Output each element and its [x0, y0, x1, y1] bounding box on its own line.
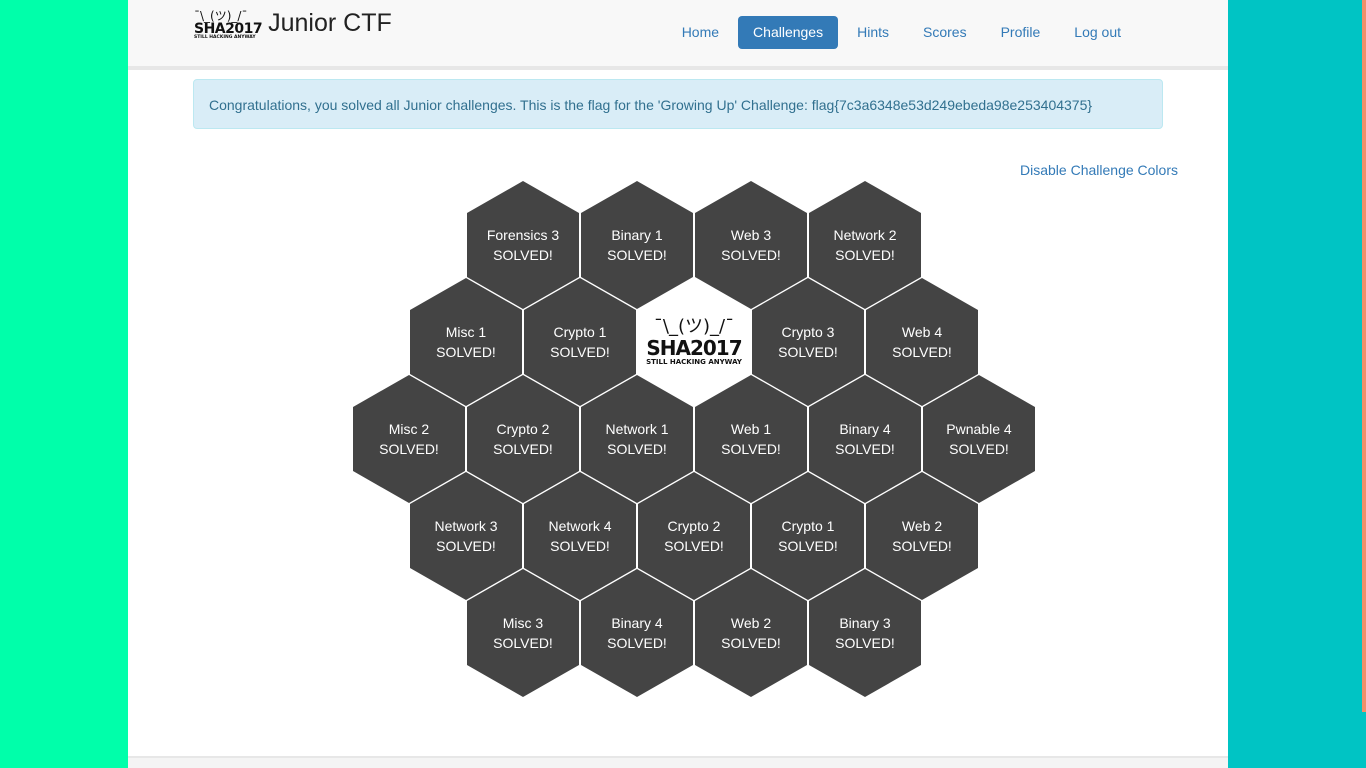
challenge-name: Crypto 1 — [553, 324, 607, 340]
challenge-name: Crypto 1 — [781, 518, 835, 534]
disable-challenge-colors-link[interactable]: Disable Challenge Colors — [1020, 162, 1178, 178]
challenge-status: SOLVED! — [436, 538, 496, 554]
main-nav: Home Challenges Hints Scores Profile Log… — [663, 16, 1136, 49]
challenge-status: SOLVED! — [607, 635, 667, 651]
challenge-name: Pwnable 4 — [946, 421, 1012, 437]
challenge-name: Crypto 3 — [781, 324, 835, 340]
flag-alert-message: Congratulations, you solved all Junior c… — [209, 97, 1093, 113]
center-logo-shrug: ¯\_(ツ)_/¯ — [653, 316, 735, 337]
sha2017-logo: ¯\_(ツ)_/¯ SHA2017 STILL HACKING ANYWAY — [194, 10, 263, 41]
challenge-name: Binary 4 — [839, 421, 891, 437]
nav-home[interactable]: Home — [667, 16, 734, 49]
challenge-status: SOLVED! — [835, 247, 895, 263]
challenge-name: Misc 3 — [502, 615, 544, 631]
challenge-name: Binary 4 — [611, 615, 663, 631]
challenge-status: SOLVED! — [721, 635, 781, 651]
challenge-name: Web 1 — [730, 421, 772, 437]
challenge-name: Web 4 — [901, 324, 943, 340]
challenge-status: SOLVED! — [949, 441, 1009, 457]
sha2017-center-logo: ¯\_(ツ)_/¯ SHA2017 STILL HACKING ANYWAY — [646, 316, 743, 366]
challenge-name: Network 2 — [833, 227, 897, 243]
challenge-status: SOLVED! — [550, 344, 610, 360]
challenge-name: Web 2 — [730, 615, 772, 631]
challenge-status: SOLVED! — [892, 344, 952, 360]
challenge-status: SOLVED! — [550, 538, 610, 554]
challenge-name: Misc 1 — [445, 324, 487, 340]
challenge-status: SOLVED! — [778, 538, 838, 554]
challenge-status: SOLVED! — [721, 247, 781, 263]
challenge-status: SOLVED! — [493, 247, 553, 263]
navbar: ¯\_(ツ)_/¯ SHA2017 STILL HACKING ANYWAY J… — [128, 0, 1228, 70]
challenge-name: Binary 1 — [611, 227, 663, 243]
logo-text: SHA2017 — [194, 21, 263, 37]
challenge-name: Web 2 — [901, 518, 943, 534]
challenge-status: SOLVED! — [493, 441, 553, 457]
logo-subtext: STILL HACKING ANYWAY — [194, 35, 256, 40]
nav-hints[interactable]: Hints — [842, 16, 904, 49]
challenge-name: Network 4 — [548, 518, 612, 534]
challenge-name: Crypto 2 — [667, 518, 721, 534]
challenge-name: Misc 2 — [388, 421, 430, 437]
nav-challenges[interactable]: Challenges — [738, 16, 839, 49]
brand[interactable]: ¯\_(ツ)_/¯ SHA2017 STILL HACKING ANYWAY J… — [194, 8, 392, 41]
challenge-status: SOLVED! — [379, 441, 439, 457]
challenge-name: Network 1 — [605, 421, 669, 437]
challenge-status: SOLVED! — [721, 441, 781, 457]
challenge-status: SOLVED! — [664, 538, 724, 554]
challenge-status: SOLVED! — [778, 344, 838, 360]
challenge-name: Binary 3 — [839, 615, 891, 631]
nav-logout[interactable]: Log out — [1059, 16, 1136, 49]
challenge-status: SOLVED! — [892, 538, 952, 554]
challenge-status: SOLVED! — [436, 344, 496, 360]
challenge-status: SOLVED! — [835, 635, 895, 651]
nav-profile[interactable]: Profile — [986, 16, 1056, 49]
flag-alert: Congratulations, you solved all Junior c… — [193, 79, 1163, 129]
center-logo-text: SHA2017 — [646, 336, 742, 360]
challenge-name: Web 3 — [730, 227, 772, 243]
challenge-name: Crypto 2 — [496, 421, 550, 437]
page-container: ¯\_(ツ)_/¯ SHA2017 STILL HACKING ANYWAY J… — [128, 0, 1228, 768]
challenge-status: SOLVED! — [493, 635, 553, 651]
challenge-name: Network 3 — [434, 518, 498, 534]
challenge-status: SOLVED! — [607, 441, 667, 457]
challenge-name: Forensics 3 — [486, 227, 560, 243]
brand-title: Junior CTF — [268, 8, 392, 37]
center-logo-subtext: STILL HACKING ANYWAY — [646, 358, 742, 366]
right-edge-stripe — [1362, 0, 1366, 712]
nav-scores[interactable]: Scores — [908, 16, 982, 49]
footer — [128, 756, 1228, 768]
challenge-status: SOLVED! — [835, 441, 895, 457]
challenge-status: SOLVED! — [607, 247, 667, 263]
